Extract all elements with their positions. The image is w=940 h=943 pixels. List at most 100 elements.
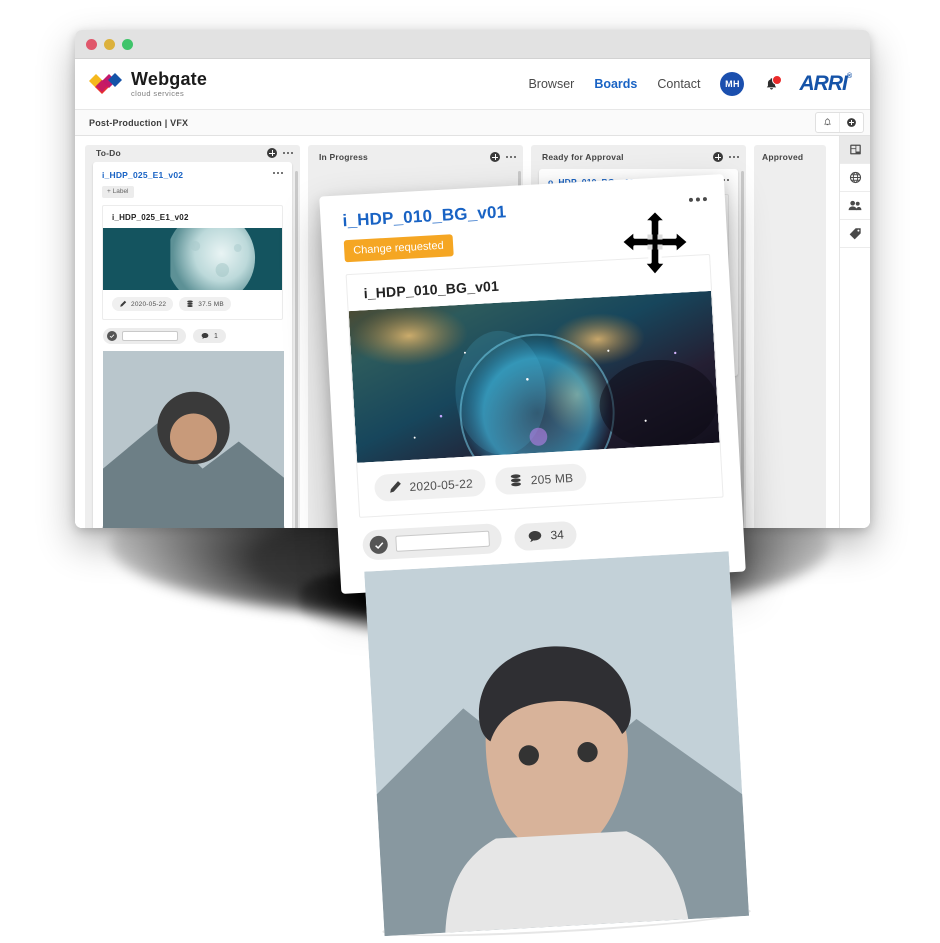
column-scrollbar[interactable] [741,171,744,528]
avatar[interactable] [102,351,285,528]
status-badge[interactable]: Change requested [343,234,454,263]
brand-text: Webgate cloud services [131,70,207,98]
database-icon [187,300,193,308]
sidebar-item-people[interactable] [840,192,870,220]
comments-pill[interactable]: 1 [193,329,226,343]
column-title: In Progress [319,152,368,162]
brand-logo[interactable]: Webgate cloud services [89,70,207,98]
main-nav: Browser Boards Contact MH ARRI ® [528,72,852,96]
arri-logo-text: ARRI [799,72,847,95]
date-pill: 2020-05-22 [373,468,487,502]
column-menu-button[interactable] [729,155,739,159]
nav-item-browser[interactable]: Browser [528,77,574,91]
column-header: In Progress [308,145,523,169]
notification-button[interactable] [764,74,783,92]
add-label-chip[interactable]: + Label [102,185,134,198]
size-pill: 205 MB [495,463,587,496]
comment-icon [201,333,209,339]
nav-item-contact[interactable]: Contact [657,77,700,91]
add-icon [847,118,856,127]
board-column-approved: Approved [754,145,826,528]
board-card[interactable]: i_HDP_025_E1_v02 + Label i_HDP_025_E1_v0… [93,161,292,528]
card-menu-button[interactable] [273,171,283,174]
app-header: Webgate cloud services Browser Boards Co… [75,59,870,110]
card-assignees [102,351,285,528]
globe-icon [849,171,861,184]
nav-item-boards[interactable]: Boards [594,77,637,91]
brand-name: Webgate [131,69,208,90]
column-title: To-Do [96,148,121,159]
column-header-icons [713,152,739,162]
date-pill: 2020-05-22 [112,297,174,311]
asset-thumbnail-moon[interactable] [103,228,282,290]
move-cursor [617,208,693,280]
moon-image [103,228,282,290]
screenshot-stage: Webgate cloud services Browser Boards Co… [0,0,940,943]
column-header: Ready for Approval [531,145,746,169]
progress-pill[interactable] [103,328,186,344]
progress-bar [395,530,491,552]
asset-name: i_HDP_025_E1_v02 [112,213,189,222]
comments-pill[interactable]: 34 [513,520,578,551]
nebula-blue-image [348,290,720,463]
window-title-bar [75,30,870,59]
size-value: 205 MB [530,470,574,487]
card-asset-preview: i_HDP_025_E1_v02 2020-05-22 37.5 MB [102,205,283,320]
comments-count: 1 [214,332,218,340]
notification-badge-dot [772,74,783,85]
column-card-list [754,169,826,177]
move-cursor-icon [619,208,691,278]
size-value: 37.5 MB [198,300,224,308]
add-card-button[interactable] [267,148,278,159]
breadcrumb-tools [815,112,864,133]
add-card-button[interactable] [713,152,724,162]
column-menu-button[interactable] [506,155,516,159]
column-header: Approved [754,145,826,169]
card-asset-preview: i_HDP_010_BG_v01 2020-05-22 205 MB [345,253,724,518]
brand-tagline: cloud services [131,89,185,99]
asset-meta: 2020-05-22 37.5 MB [103,290,282,319]
arri-logo[interactable]: ARRI ® [799,72,852,96]
pencil-icon [390,481,401,493]
card-assignees [362,551,752,943]
sidebar-item-globe[interactable] [840,164,870,192]
breadcrumb-bar: Post-Production | VFX [75,110,870,136]
sidebar-item-board[interactable] [840,136,870,164]
right-sidebar [839,136,870,528]
progress-bar [122,331,178,341]
breadcrumb[interactable]: Post-Production | VFX [89,118,188,128]
check-icon [369,535,389,555]
minimize-window-button[interactable] [104,38,115,50]
card-title[interactable]: i_HDP_025_E1_v02 [102,170,183,180]
column-title: Ready for Approval [542,152,624,162]
column-scrollbar[interactable] [295,171,298,528]
date-value: 2020-05-22 [131,300,167,308]
board-icon [849,144,861,155]
card-title[interactable]: i_HDP_010_BG_v01 [342,202,507,231]
asset-thumbnail-nebula-blue[interactable] [348,290,720,463]
people-icon [848,200,862,211]
user-avatar[interactable]: MH [720,72,745,96]
tag-icon [849,228,861,240]
close-window-button[interactable] [86,38,97,50]
card-footer: 1 [102,320,283,344]
avatar[interactable] [364,551,752,943]
breadcrumb-notify-button[interactable] [816,113,839,132]
check-icon [107,331,117,341]
sidebar-item-tag[interactable] [840,220,870,248]
avatar-photo [103,351,284,528]
column-title: Approved [762,152,804,162]
card-menu-button[interactable] [688,196,708,202]
webgate-logo-icon [89,73,122,94]
breadcrumb-add-button[interactable] [839,113,863,132]
add-card-button[interactable] [490,152,501,162]
maximize-window-button[interactable] [122,38,133,50]
card-header: i_HDP_025_E1_v02 [102,170,283,180]
column-menu-button[interactable] [283,152,293,155]
size-pill: 37.5 MB [179,297,231,311]
pencil-icon [120,300,127,307]
board-column-todo: To-Do i_HDP_025_E1_v02 + Label i_HDP_025… [85,145,300,528]
comments-count: 34 [550,527,565,543]
progress-pill[interactable] [361,522,503,561]
column-header-icons [490,152,516,162]
